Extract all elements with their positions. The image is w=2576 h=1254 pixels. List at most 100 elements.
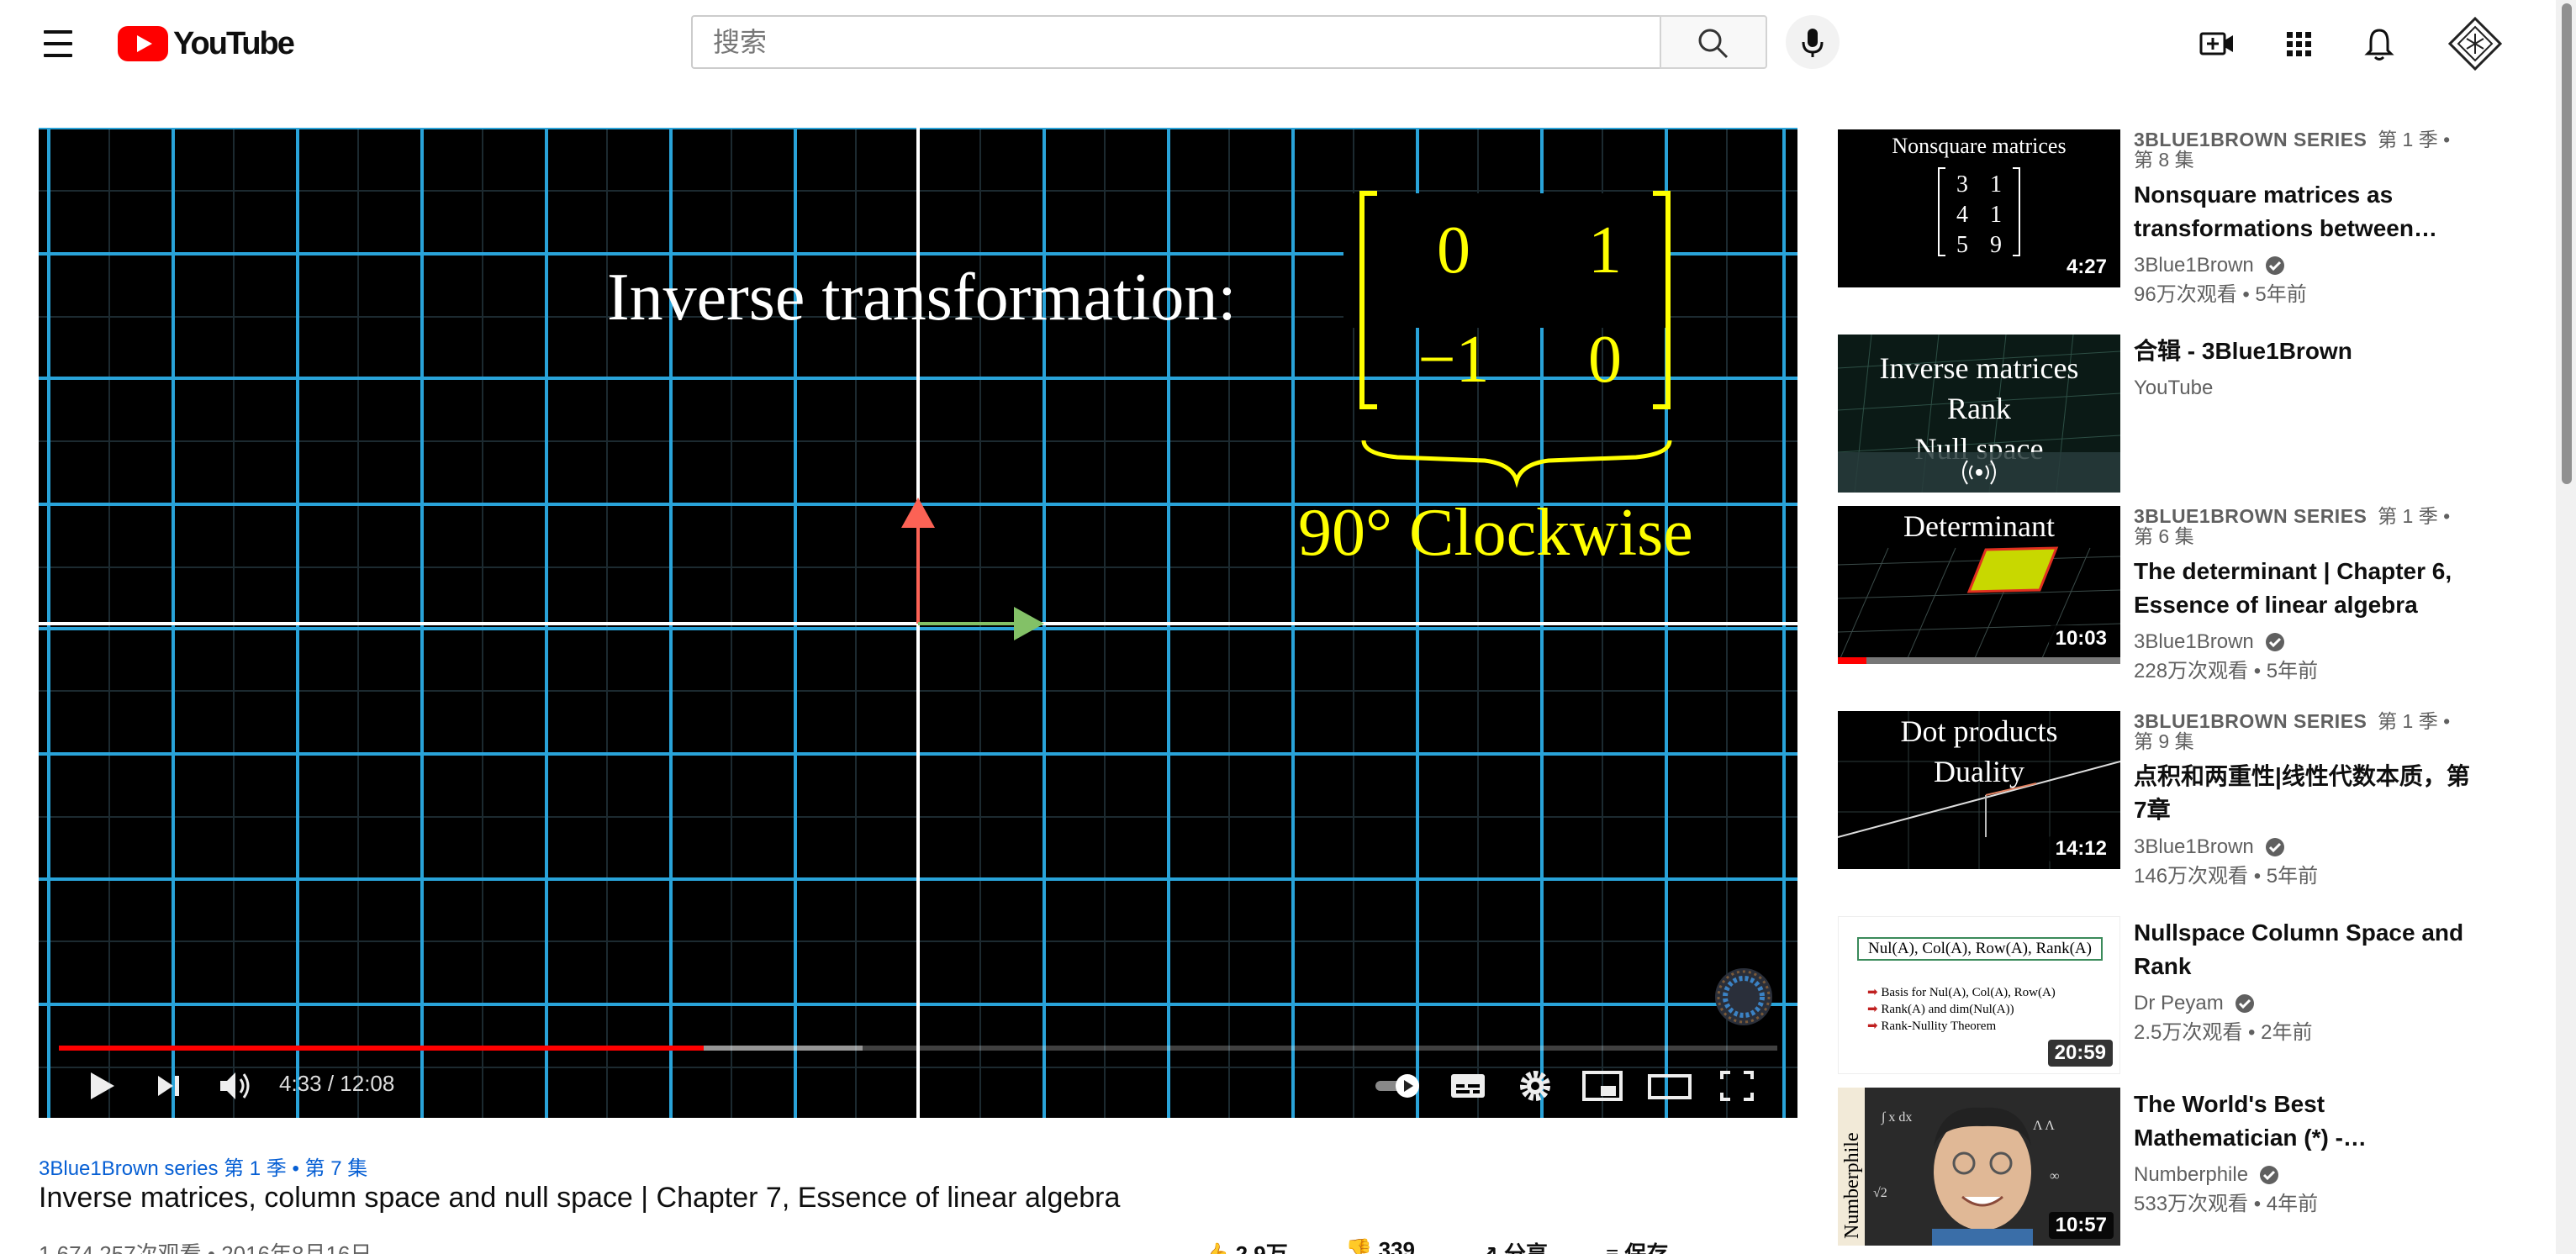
thumbs-down-icon: 👎 [1345,1237,1373,1254]
progress-bar[interactable] [59,1046,1777,1051]
progress-played [59,1046,704,1051]
recommended-video[interactable]: Nul(A), Col(A), Row(A), Rank(A) ➡ Basis … [1838,916,2477,1081]
thumbnail-caption: Determinant [1903,509,2055,543]
view-count-date: 1,674,257次观看 • 2016年8月16日 [39,1241,372,1254]
search-field[interactable] [691,15,1660,69]
recommended-video[interactable]: Nonsquare matrices 31 41 59 4:27 3BLUE1B… [1838,129,2477,323]
skip-next-icon [158,1076,179,1096]
create-video-icon[interactable] [2196,22,2240,66]
fullscreen-button[interactable] [1712,1059,1762,1113]
youtube-logo[interactable]: YouTube [118,25,295,62]
notifications-icon[interactable] [2357,22,2401,66]
dislike-button[interactable]: 👎 339 [1345,1237,1415,1254]
play-icon [91,1072,114,1099]
video-title[interactable]: The World's Best Mathematician (*) -… [2134,1088,2470,1155]
save-button[interactable]: ≡ 保存 [1606,1237,1668,1254]
time-display: 4:33 / 12:08 [279,1071,395,1096]
video-thumbnail[interactable]: Numberphile ∫ x dx Λ Λ ∞ √2 10:57 [1838,1088,2120,1246]
thumbnail-bullets: ➡ Basis for Nul(A), Col(A), Row(A) ➡ Ran… [1867,986,2056,1033]
verified-badge-icon [2260,1166,2279,1184]
channel-name[interactable]: Dr Peyam [2134,988,2470,1019]
volume-button[interactable] [210,1059,261,1113]
thumbnail-caption: Inverse matrices [1880,351,2079,385]
search-button[interactable] [1660,15,1767,69]
recommended-video[interactable]: Numberphile ∫ x dx Λ Λ ∞ √2 10:57 The World… [1838,1088,2477,1252]
thumbnail-caption: Nonsquare matrices [1892,134,2066,158]
like-button[interactable]: 👍 2.9万 [1202,1237,1288,1254]
voice-search-button[interactable] [1786,15,1840,69]
verified-badge-icon [2235,994,2254,1013]
svg-text:∞: ∞ [2050,1169,2059,1183]
video-thumbnail[interactable]: Determinant 10:03 [1838,506,2120,664]
avatar[interactable] [2447,16,2503,71]
autoplay-toggle-icon [1375,1074,1419,1098]
video-frame: Inverse transformation: 0 1 −1 0 90° Clo… [39,128,1797,1118]
youtube-play-logo-icon [118,26,168,61]
video-title: Inverse matrices, column space and null … [39,1182,1121,1214]
thumbnail-heading: Nul(A), Col(A), Row(A), Rank(A) [1857,937,2103,961]
video-title[interactable]: The determinant | Chapter 6, Essence of … [2134,555,2470,622]
svg-text:4: 4 [1956,202,1968,228]
recommended-video[interactable]: Dot products Duality 14:12 3BLUE1BROWN S… [1838,711,2477,904]
video-stats: 96万次观看 • 5年前 [2134,283,2307,306]
video-thumbnail[interactable]: Nonsquare matrices 31 41 59 4:27 [1838,129,2120,287]
apps-icon[interactable] [2277,22,2320,66]
autoplay-toggle[interactable] [1370,1059,1429,1113]
thumbnail-caption: Numberphile [1841,1132,1863,1239]
video-thumbnail[interactable]: Nul(A), Col(A), Row(A), Rank(A) ➡ Basis … [1838,916,2120,1074]
svg-text:∫ x dx: ∫ x dx [1881,1110,1912,1125]
thumbs-up-icon: 👍 [1202,1241,1230,1254]
next-button[interactable] [143,1059,193,1113]
video-player[interactable]: Inverse transformation: 0 1 −1 0 90° Clo… [39,128,1797,1118]
series-badge: 3BLUE1BROWN SERIES 第 1 季 • 第 8 集 [2134,129,2451,171]
channel-name[interactable]: YouTube [2134,373,2470,403]
channel-name[interactable]: 3Blue1Brown [2134,250,2470,281]
settings-gear-icon [1520,1071,1550,1101]
video-duration: 10:03 [2048,625,2114,652]
page-scrollbar[interactable] [2556,0,2576,1254]
video-title[interactable]: 合辑 - 3Blue1Brown [2134,335,2470,368]
matrix-cell: 0 [1437,213,1470,287]
fullscreen-icon [1720,1071,1754,1101]
svg-text:1: 1 [1990,202,2002,228]
channel-name[interactable]: 3Blue1Brown [2134,832,2470,862]
volume-icon [220,1072,250,1099]
verified-badge-icon [2265,633,2284,651]
video-duration: 14:12 [2048,835,2114,862]
matrix-cell: 0 [1588,323,1622,397]
scrollbar-thumb[interactable] [2562,3,2572,484]
matrix-cell: 1 [1588,213,1622,287]
video-stats: 533万次观看 • 4年前 [2134,1193,2319,1215]
subtitles-button[interactable] [1443,1059,1493,1113]
settings-button[interactable] [1510,1059,1560,1113]
recommended-mix[interactable]: Inverse matrices Rank Null space 合辑 - 3B… [1838,335,2477,494]
video-title[interactable]: 点积和两重性|线性代数本质，第7章 [2134,760,2470,827]
search-input[interactable] [693,17,1660,67]
share-button[interactable]: ↗ 分享 [1480,1237,1548,1254]
video-title[interactable]: Nonsquare matrices as transformations be… [2134,178,2470,245]
search-icon [1698,29,1729,59]
channel-watermark-icon [1715,968,1772,1025]
recommended-video[interactable]: Determinant 10:03 3BLUE1BROWN SERIES 第 1… [1838,506,2477,699]
video-stats: 228万次观看 • 5年前 [2134,660,2319,682]
matrix-cell: −1 [1417,323,1489,397]
share-icon: ↗ [1480,1241,1498,1254]
slide-annotation: 90° Clockwise [1298,496,1693,570]
play-button[interactable] [76,1059,126,1113]
watched-progress [1838,657,1866,664]
video-thumbnail[interactable]: Dot products Duality 14:12 [1838,711,2120,869]
menu-icon[interactable] [35,24,81,64]
channel-name[interactable]: 3Blue1Brown [2134,627,2470,657]
series-link[interactable]: 3Blue1Brown series 第 1 季 • 第 7 集 [39,1151,367,1181]
miniplayer-button[interactable] [1577,1059,1628,1113]
video-title[interactable]: Nullspace Column Space and Rank [2134,916,2470,983]
svg-text:3: 3 [1956,171,1968,198]
theater-mode-button[interactable] [1644,1059,1695,1113]
svg-text:1: 1 [1990,171,2002,198]
channel-name[interactable]: Numberphile [2134,1160,2470,1190]
svg-text:9: 9 [1990,232,2002,258]
svg-text:5: 5 [1956,232,1968,258]
thumbnail-caption: Duality [1934,755,2024,788]
verified-badge-icon [2265,838,2284,856]
mix-thumbnail[interactable]: Inverse matrices Rank Null space [1838,335,2120,493]
